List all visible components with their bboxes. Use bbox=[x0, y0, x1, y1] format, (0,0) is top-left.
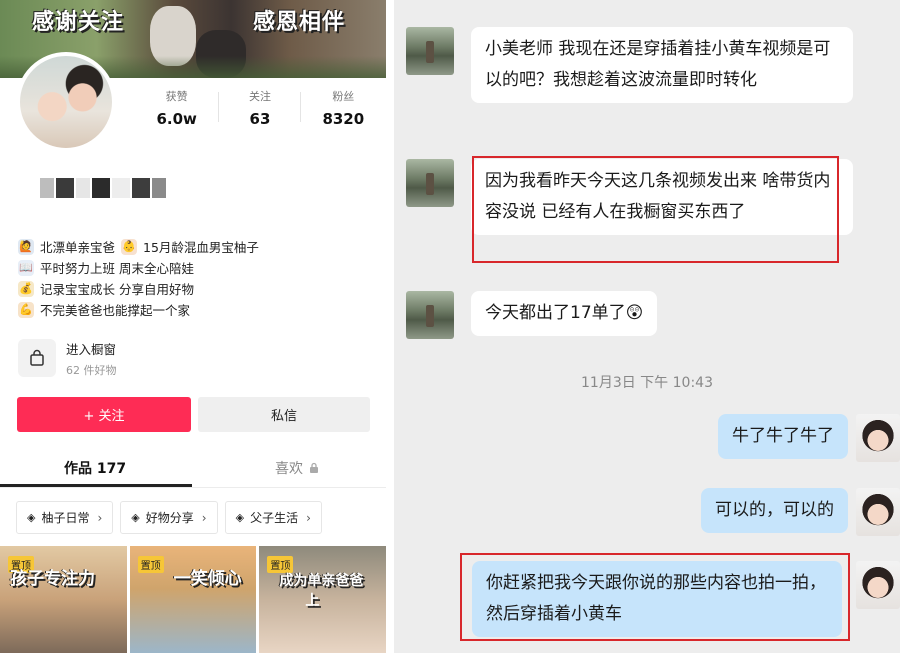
stat-likes[interactable]: 获赞 6.0w bbox=[135, 88, 218, 128]
baby-icon: 👶 bbox=[121, 238, 138, 255]
message-bubble-incoming: 小美老师 我现在还是穿插着挂小黄车视频是可以的吧？我想趁着这波流量即时转化 bbox=[471, 27, 853, 103]
user-avatar[interactable] bbox=[856, 414, 900, 462]
shopping-bag-icon bbox=[18, 339, 56, 377]
video-thumbnail[interactable]: 置顶 一笑倾心 bbox=[129, 546, 257, 653]
bio-line: 💪 不完美爸爸也能撑起一个家 bbox=[18, 301, 191, 318]
money-bag-icon: 💰 bbox=[18, 280, 34, 297]
banner-left-text: 感谢关注 bbox=[32, 10, 125, 35]
message-bubble-incoming: 今天都出了17单了😲 bbox=[471, 291, 658, 336]
message-button[interactable]: 私信 bbox=[198, 397, 370, 432]
profile-panel: 感谢关注 感恩相伴 获赞 6.0w 关注 63 粉丝 8320 🙋 北漂单亲宝爸… bbox=[0, 0, 386, 653]
pinned-badge: 置顶 bbox=[137, 556, 164, 573]
contact-avatar[interactable] bbox=[406, 27, 454, 75]
stat-value: 63 bbox=[249, 110, 271, 128]
active-tab-indicator bbox=[0, 484, 192, 487]
layers-icon: ◈ bbox=[131, 511, 140, 524]
tab-likes[interactable]: 喜欢 bbox=[275, 458, 319, 478]
thumbnail-caption: 一笑倾心 bbox=[173, 569, 242, 589]
chip-collection[interactable]: ◈ 好物分享 › bbox=[120, 501, 218, 534]
chevron-right-icon: › bbox=[97, 510, 103, 525]
highlight-box bbox=[472, 156, 839, 263]
panel-divider bbox=[386, 0, 394, 653]
chip-collection[interactable]: ◈ 父子生活 › bbox=[224, 501, 322, 534]
stat-label: 关注 bbox=[248, 90, 271, 103]
tab-works[interactable]: 作品 177 bbox=[64, 458, 126, 478]
layers-icon: ◈ bbox=[27, 511, 36, 524]
bio-line: 📖 平时努力上班 周末全心陪娃 bbox=[18, 259, 194, 276]
video-grid: 置顶 孩子专注力 置顶 一笑倾心 置顶 成为单亲爸爸 上 bbox=[0, 546, 386, 653]
person-icon: 🙋 bbox=[18, 238, 34, 255]
bio-line: 🙋 北漂单亲宝爸 👶 15月龄混血男宝柚子 bbox=[18, 238, 259, 255]
video-thumbnail[interactable]: 置顶 成为单亲爸爸 上 bbox=[259, 546, 386, 653]
thumbnail-caption: 孩子专注力 bbox=[10, 569, 95, 589]
user-avatar[interactable] bbox=[856, 561, 900, 609]
stat-label: 粉丝 bbox=[332, 90, 355, 103]
chat-panel: 小美老师 我现在还是穿插着挂小黄车视频是可以的吧？我想趁着这波流量即时转化 因为… bbox=[394, 0, 900, 653]
username-redacted bbox=[40, 178, 166, 198]
profile-stats: 获赞 6.0w 关注 63 粉丝 8320 bbox=[135, 88, 385, 128]
lock-icon bbox=[310, 462, 319, 473]
stat-divider bbox=[300, 92, 301, 122]
user-avatar[interactable] bbox=[856, 488, 900, 536]
stat-label: 获赞 bbox=[165, 90, 188, 103]
follow-button[interactable]: + 关注 bbox=[17, 397, 191, 432]
profile-avatar[interactable] bbox=[16, 52, 116, 152]
collection-chips: ◈ 柚子日常 › ◈ 好物分享 › ◈ 父子生活 › bbox=[16, 501, 322, 534]
highlight-box bbox=[460, 553, 850, 641]
contact-avatar[interactable] bbox=[406, 291, 454, 339]
message-bubble-outgoing: 牛了牛了牛了 bbox=[718, 414, 848, 459]
video-thumbnail[interactable]: 置顶 孩子专注力 bbox=[0, 546, 127, 653]
layers-icon: ◈ bbox=[235, 511, 245, 524]
message-timestamp: 11月3日 下午 10:43 bbox=[581, 375, 713, 391]
book-icon: 📖 bbox=[18, 259, 34, 276]
contact-avatar[interactable] bbox=[406, 159, 454, 207]
stat-value: 8320 bbox=[322, 110, 365, 128]
bio-line: 💰 记录宝宝成长 分享自用好物 bbox=[18, 280, 194, 297]
thumbnail-caption: 成为单亲爸爸 bbox=[279, 573, 364, 589]
thumbnail-caption: 上 bbox=[305, 593, 320, 609]
shop-window-entry[interactable]: 进入橱窗 62 件好物 bbox=[18, 336, 386, 380]
banner-right-text: 感恩相伴 bbox=[253, 10, 346, 35]
stat-followers[interactable]: 粉丝 8320 bbox=[302, 88, 385, 128]
profile-bio: 🙋 北漂单亲宝爸 👶 15月龄混血男宝柚子 📖 平时努力上班 周末全心陪娃 💰 … bbox=[18, 236, 259, 320]
chevron-right-icon: › bbox=[201, 510, 207, 525]
shop-title: 进入橱窗 bbox=[66, 341, 117, 357]
stat-following[interactable]: 关注 63 bbox=[218, 88, 301, 128]
profile-tabs: 作品 177 喜欢 bbox=[0, 450, 386, 488]
shop-subtitle: 62 件好物 bbox=[66, 363, 117, 377]
chevron-right-icon: › bbox=[306, 510, 311, 525]
message-bubble-outgoing: 可以的，可以的 bbox=[701, 488, 848, 533]
stat-divider bbox=[218, 92, 219, 122]
stat-value: 6.0w bbox=[156, 110, 197, 128]
flexed-arm-icon: 💪 bbox=[18, 301, 34, 318]
chip-collection[interactable]: ◈ 柚子日常 › bbox=[16, 501, 114, 534]
